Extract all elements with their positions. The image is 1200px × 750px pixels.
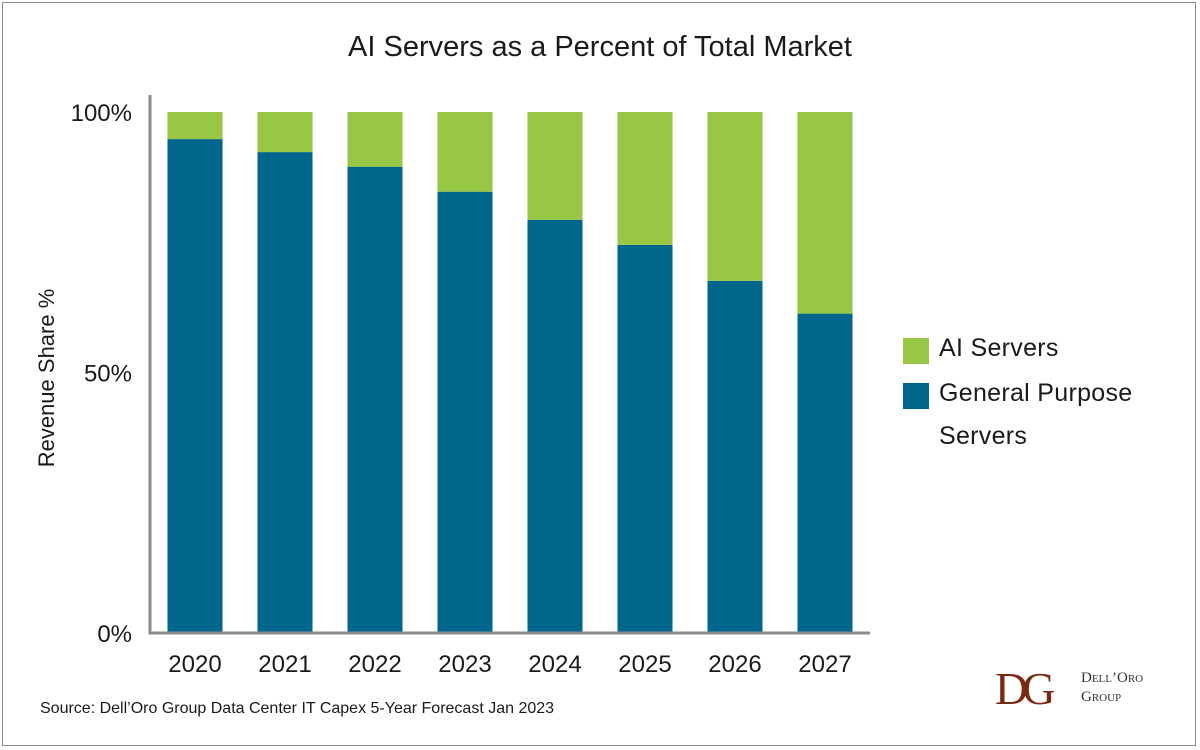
bar-general-purpose-servers-2020 — [167, 139, 223, 633]
bar-general-purpose-servers-2022 — [347, 166, 403, 633]
legend-label-line-2: Servers — [939, 422, 1028, 450]
x-tick-label-2024: 2024 — [528, 651, 581, 678]
bar-general-purpose-servers-2025 — [617, 244, 673, 633]
dell-oro-logo: DG Dell’Oro Group — [995, 665, 1165, 715]
bar-ai-servers-2020 — [167, 112, 223, 140]
legend-label-ai-servers: AI Servers — [939, 334, 1059, 362]
bar-ai-servers-2023 — [437, 112, 493, 192]
legend-item-general-purpose-servers: General Purpose Servers — [903, 379, 1193, 458]
logo-text: Dell’Oro Group — [1081, 669, 1143, 707]
legend: AI Servers General Purpose Servers — [903, 334, 1193, 468]
bars-group: 2020 2021 2022 2023 2024 2025 2026 2027 — [167, 112, 853, 678]
y-tick-label-50: 50% — [84, 361, 132, 388]
legend-label-line-1: General Purpose — [939, 379, 1133, 407]
bar-general-purpose-servers-2026 — [707, 280, 763, 633]
x-tick-label-2023: 2023 — [438, 651, 491, 678]
bar-ai-servers-2027 — [797, 112, 853, 314]
bar-general-purpose-servers-2027 — [797, 313, 853, 633]
legend-swatch-ai-servers — [903, 338, 929, 364]
bar-general-purpose-servers-2024 — [527, 219, 583, 634]
x-tick-label-2022: 2022 — [348, 651, 401, 678]
bar-ai-servers-2021 — [257, 112, 313, 153]
y-tick-label-0: 0% — [97, 621, 132, 648]
legend-label-general-purpose-servers: General Purpose Servers — [939, 372, 1133, 458]
bar-ai-servers-2026 — [707, 112, 763, 281]
x-tick-label-2021: 2021 — [258, 651, 311, 678]
x-tick-label-2027: 2027 — [798, 651, 851, 678]
source-note: Source: Dell’Oro Group Data Center IT Ca… — [40, 700, 555, 717]
bar-general-purpose-servers-2023 — [437, 191, 493, 633]
bar-ai-servers-2024 — [527, 112, 583, 220]
legend-swatch-general-purpose-servers — [903, 383, 929, 409]
bar-general-purpose-servers-2021 — [257, 152, 313, 633]
bar-ai-servers-2022 — [347, 112, 403, 167]
legend-item-ai-servers: AI Servers — [903, 334, 1193, 370]
x-tick-label-2020: 2020 — [168, 651, 221, 678]
logo-line-1: Dell’Oro — [1081, 670, 1144, 686]
x-tick-label-2025: 2025 — [618, 651, 671, 678]
logo-line-2: Group — [1081, 689, 1122, 705]
bar-ai-servers-2025 — [617, 112, 673, 245]
logo-mark: DG — [995, 663, 1056, 714]
y-tick-label-100: 100% — [71, 100, 132, 127]
x-tick-label-2026: 2026 — [708, 651, 761, 678]
